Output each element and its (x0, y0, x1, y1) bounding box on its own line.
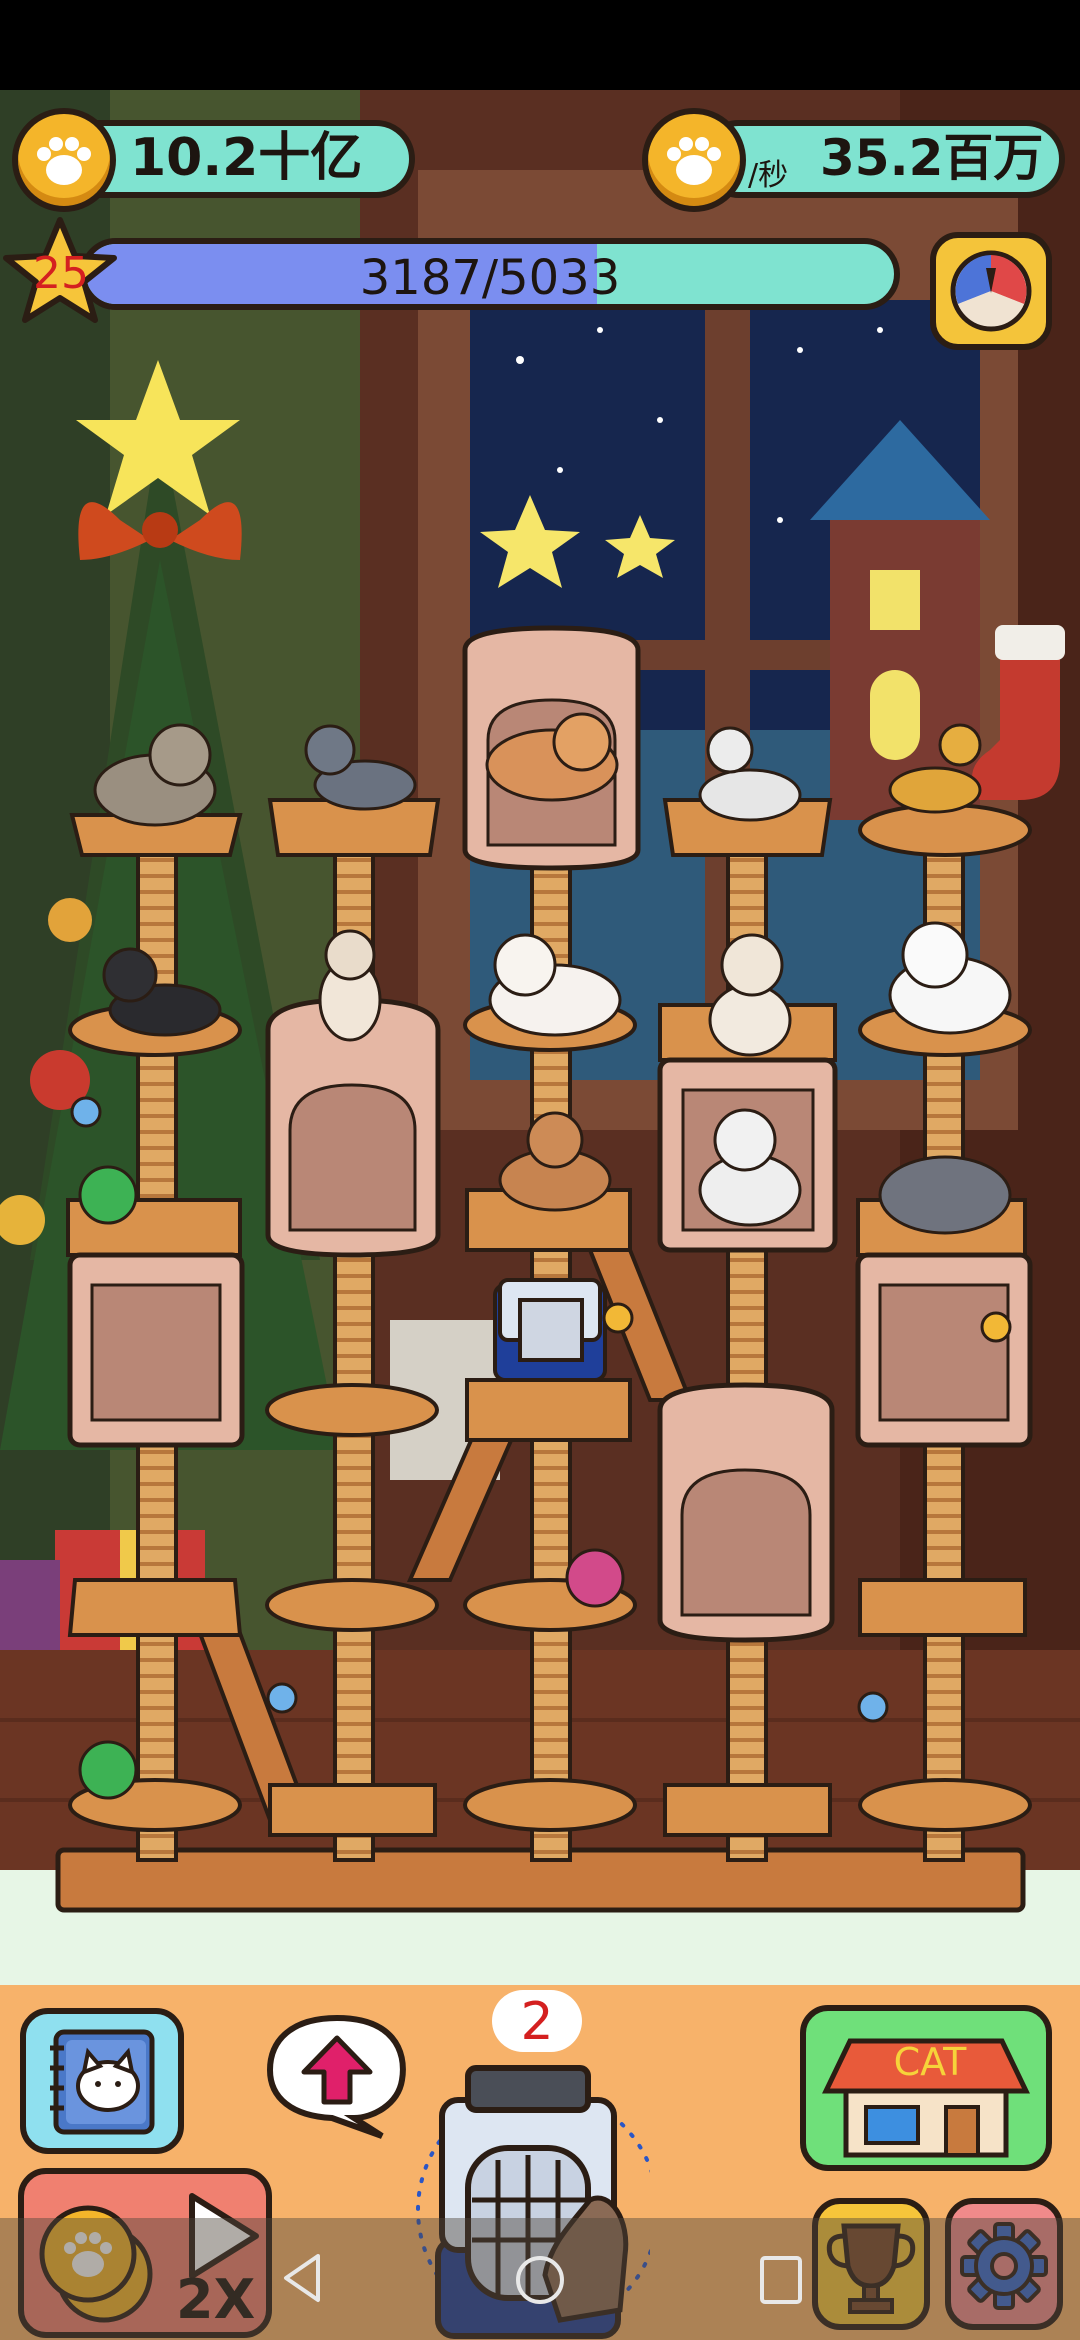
nav-recents-icon[interactable] (756, 2252, 806, 2308)
status-bar (0, 0, 1080, 90)
paw-coin-rate-icon (642, 108, 746, 212)
game-screen: 10.2十亿 /秒 35.2百万 3187/5033 25 2 CAT 2X (0, 0, 1080, 2340)
paw-coin-icon (12, 108, 116, 212)
xp-progress-text: 3187/5033 (359, 250, 621, 306)
cat-book-icon (50, 2029, 155, 2135)
player-level: 25 (33, 248, 89, 299)
carrier-count-text: 2 (520, 1992, 554, 2052)
coin-balance-text: 10.2十亿 (130, 128, 363, 188)
nav-back-icon[interactable] (278, 2248, 328, 2308)
lucky-wheel-button[interactable] (930, 232, 1052, 350)
nav-home-icon[interactable] (510, 2250, 570, 2310)
lucky-wheel-icon (950, 250, 1032, 332)
upgrade-hint-bubble[interactable] (262, 2010, 412, 2140)
income-rate-unit: /秒 (748, 158, 789, 193)
cats-layer (70, 712, 1012, 1800)
shop-building-icon (822, 2038, 1030, 2158)
income-rate-text: 35.2百万 (820, 129, 1044, 187)
cat-shop-button[interactable] (800, 2005, 1052, 2171)
shop-sign-text: CAT (893, 2040, 967, 2084)
cat-book-button[interactable] (20, 2008, 184, 2154)
xp-progress-bar: 3187/5033 (80, 238, 900, 310)
